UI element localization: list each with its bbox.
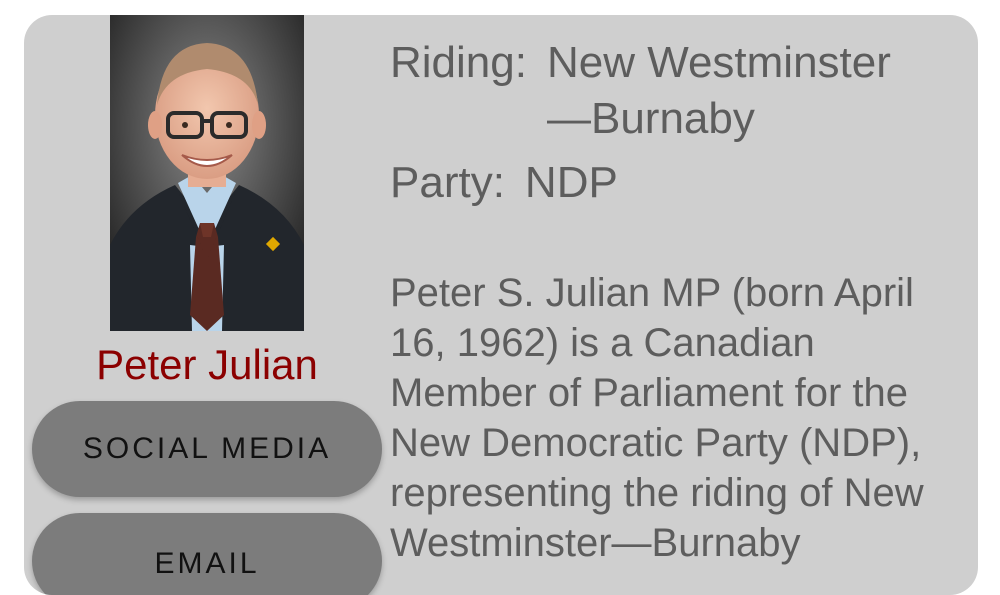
mp-profile-card: Peter Julian SOCIAL MEDIA EMAIL Riding: … bbox=[24, 15, 978, 595]
mp-portrait-photo bbox=[110, 15, 304, 331]
riding-label: Riding: bbox=[390, 38, 527, 87]
riding-row: Riding: New Westminster —Burnaby bbox=[390, 35, 970, 147]
riding-value: New Westminster —Burnaby bbox=[546, 38, 891, 143]
party-value: NDP bbox=[524, 158, 618, 207]
email-button[interactable]: EMAIL bbox=[32, 513, 382, 595]
party-row: Party: NDP bbox=[390, 155, 970, 211]
mp-name: Peter Julian bbox=[96, 341, 318, 388]
mp-info: Riding: New Westminster —Burnaby Party: … bbox=[390, 35, 970, 211]
party-label: Party: bbox=[390, 158, 505, 207]
mp-biography: Peter S. Julian MP (born April 16, 1962)… bbox=[390, 271, 924, 565]
social-media-button[interactable]: SOCIAL MEDIA bbox=[32, 401, 382, 497]
